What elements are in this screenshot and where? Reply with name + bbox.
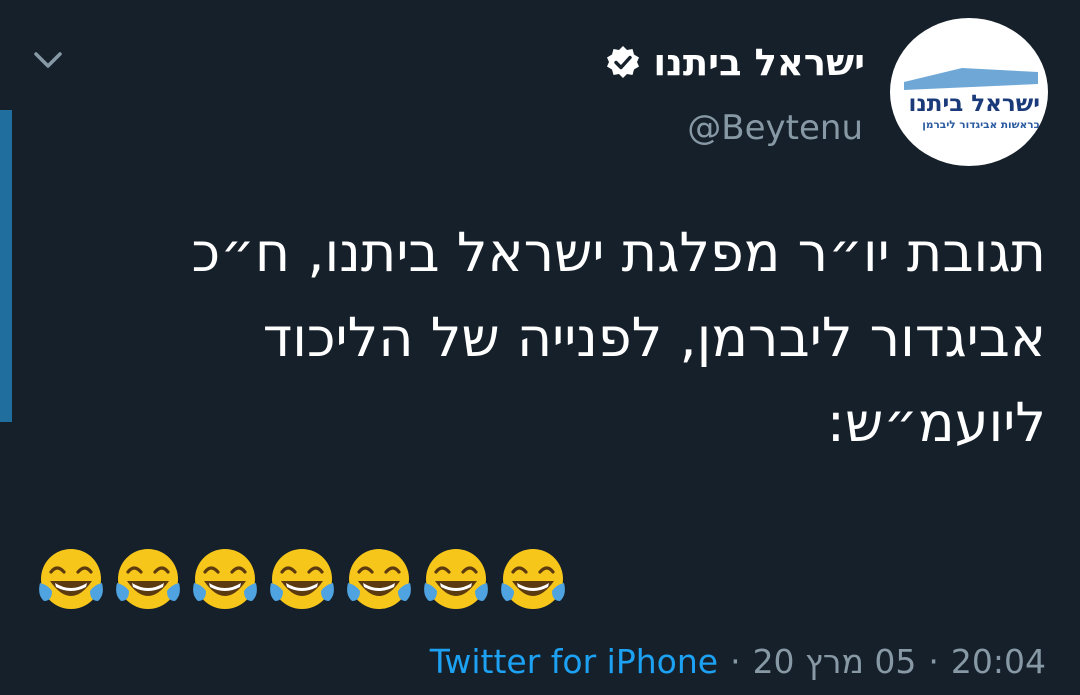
author-name[interactable]: ישראל ביתנו	[653, 41, 865, 84]
tweet-text-line: תגובת יו״ר מפלגת ישראל ביתנו, ח״כ	[191, 221, 1046, 284]
author-handle[interactable]: @Beytenu	[687, 108, 863, 148]
tears-of-joy-emoji-icon	[270, 549, 334, 609]
tweet-source-link[interactable]: Twitter for iPhone	[430, 642, 718, 681]
avatar-logo-subtitle: בראשות אביגדור ליברמן	[922, 119, 1040, 131]
tears-of-joy-emoji-icon	[39, 549, 103, 609]
meta-separator: ·	[730, 642, 741, 681]
tears-of-joy-emoji-icon	[424, 549, 488, 609]
tweet-text-line: אביגדור ליברמן, לפנייה של הליכוד	[262, 306, 1046, 369]
tweet-meta: 20:04 · 05 מרץ 20 · Twitter for iPhone	[430, 642, 1046, 681]
tears-of-joy-emoji-icon	[193, 549, 257, 609]
tweet-text: תגובת יו״ר מפלגת ישראל ביתנו, ח״כ אביגדו…	[46, 210, 1046, 465]
tweet-text-line: ליועמ״ש:	[826, 391, 1046, 454]
tears-of-joy-emoji-icon	[116, 549, 180, 609]
tears-of-joy-emoji-icon	[347, 549, 411, 609]
author-name-row[interactable]: ישראל ביתנו	[605, 38, 865, 86]
tweet-time: 20:04	[950, 642, 1046, 681]
avatar-logo-title: ישראל ביתנו	[908, 91, 1040, 117]
meta-separator: ·	[928, 642, 939, 681]
chevron-down-icon[interactable]	[30, 42, 66, 78]
avatar[interactable]: ישראל ביתנו בראשות אביגדור ליברמן	[890, 18, 1048, 166]
thread-accent-bar	[0, 110, 12, 422]
tears-of-joy-emoji-icon	[501, 549, 565, 609]
tweet-date: 05 מרץ 20	[752, 642, 917, 681]
verified-badge-icon	[607, 46, 640, 78]
emoji-row	[36, 545, 568, 613]
